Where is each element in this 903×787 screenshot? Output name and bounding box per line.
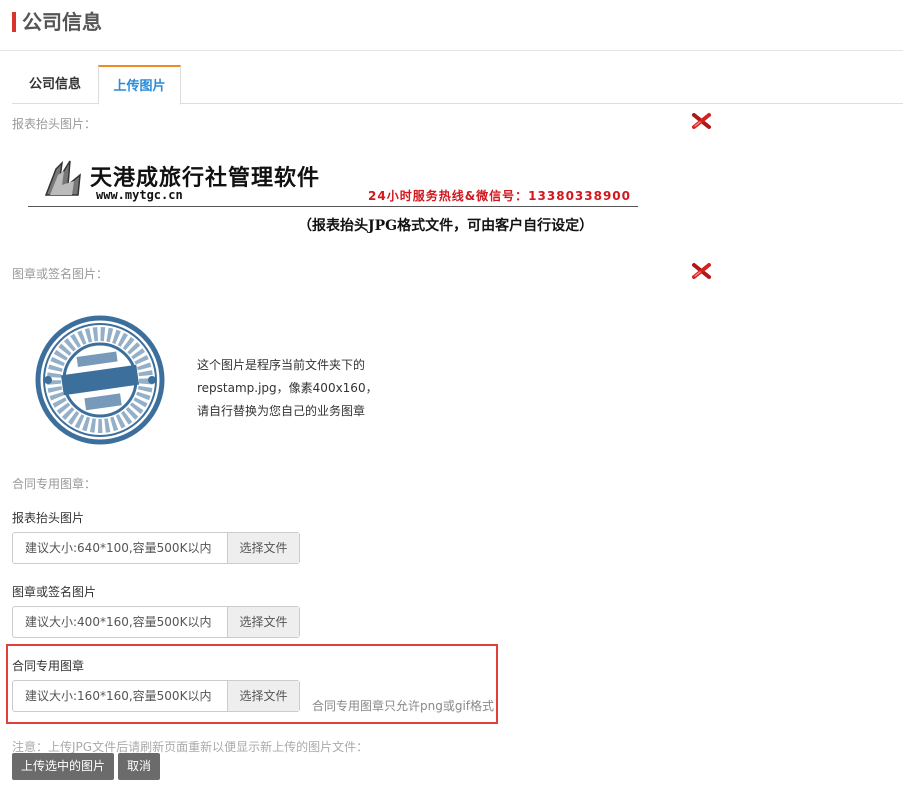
hotline-text: 24小时服务热线&微信号：13380338900 <box>368 189 632 203</box>
stamp-file-group: 选择文件 <box>12 606 300 638</box>
report-header-file-input[interactable] <box>13 533 227 563</box>
contract-section-label: 合同专用图章： <box>12 477 97 491</box>
delete-stamp-icon[interactable] <box>691 262 713 280</box>
tab-bar: 公司信息 上传图片 <box>12 65 903 105</box>
stamp-desc-line: 请自行替换为您自己的业务图章 <box>197 404 366 418</box>
cancel-button[interactable]: 取消 <box>118 753 160 780</box>
report-header-section-label: 报表抬头图片： <box>12 117 97 131</box>
report-header-file-group: 选择文件 <box>12 532 300 564</box>
banner-divider <box>28 206 638 207</box>
report-header-upload-label: 报表抬头图片 <box>12 511 85 525</box>
contract-choose-file-button[interactable]: 选择文件 <box>227 681 299 711</box>
stamp-upload-label: 图章或签名图片 <box>12 585 97 599</box>
page-title: 公司信息 <box>22 10 102 34</box>
delete-report-header-icon[interactable] <box>691 112 713 130</box>
banner-note: （报表抬头JPG格式文件，可由客户自行设定） <box>298 218 594 234</box>
contract-upload-label: 合同专用图章 <box>12 659 85 673</box>
tab-company-info[interactable]: 公司信息 <box>12 65 98 104</box>
stamp-image <box>35 315 165 445</box>
tab-upload-images[interactable]: 上传图片 <box>98 65 181 105</box>
stamp-choose-file-button[interactable]: 选择文件 <box>227 607 299 637</box>
contract-format-hint: 合同专用图章只允许png或gif格式 <box>312 699 495 713</box>
contract-file-group: 选择文件 <box>12 680 300 712</box>
stamp-file-input[interactable] <box>13 607 227 637</box>
report-header-image: 天港成旅行社管理软件 www.mytgc.cn 24小时服务热线&微信号：133… <box>28 150 638 240</box>
stamp-desc-line: 这个图片是程序当前文件夹下的 <box>197 358 366 372</box>
brand-url: www.mytgc.cn <box>96 188 183 202</box>
upload-selected-button[interactable]: 上传选中的图片 <box>12 753 114 780</box>
title-accent-bar <box>12 12 16 32</box>
stamp-description: 这个图片是程序当前文件夹下的 repstamp.jpg，像素400x160， 请… <box>197 354 397 423</box>
report-header-choose-file-button[interactable]: 选择文件 <box>227 533 299 563</box>
stamp-section-label: 图章或签名图片： <box>12 267 109 281</box>
brand-logo-icon <box>44 160 81 196</box>
page-header: 公司信息 <box>0 0 903 51</box>
contract-file-input[interactable] <box>13 681 227 711</box>
stamp-desc-line: repstamp.jpg，像素400x160， <box>197 381 378 395</box>
